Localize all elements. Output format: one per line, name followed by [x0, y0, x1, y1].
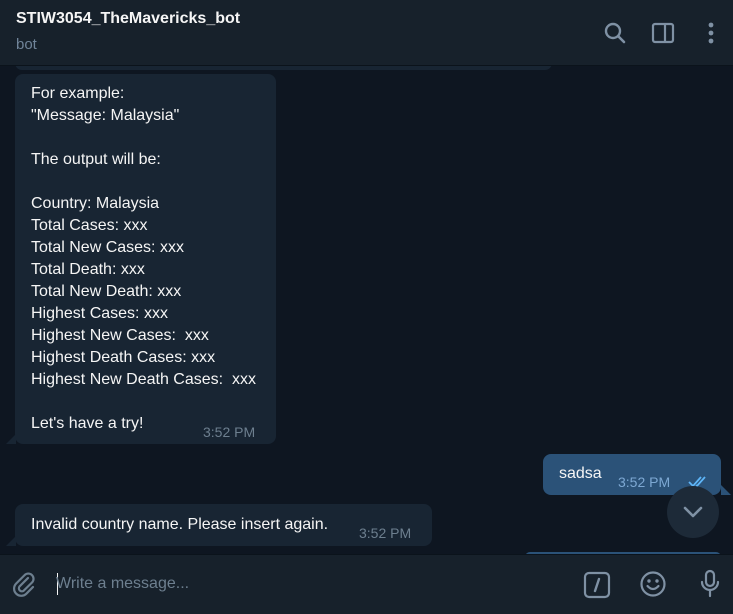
message-line: Total Death: xxx — [31, 261, 145, 278]
message-input[interactable] — [56, 571, 556, 597]
scroll-to-bottom-button[interactable] — [667, 486, 719, 538]
incoming-message[interactable]: For example: "Message: Malaysia" The out… — [15, 74, 276, 444]
message-time: 3:52 PM — [359, 525, 412, 541]
search-icon[interactable] — [602, 20, 628, 46]
bubble-tail — [6, 434, 16, 444]
message-line: Highest Cases: xxx — [31, 305, 168, 322]
incoming-message[interactable]: Invalid country name. Please insert agai… — [15, 504, 432, 546]
telegram-window: STIW3054_TheMavericks_bot bot For exampl… — [0, 0, 733, 614]
message-line: Total Cases: xxx — [31, 217, 148, 234]
message-line: Total New Death: xxx — [31, 283, 182, 300]
chat-title[interactable]: STIW3054_TheMavericks_bot — [16, 10, 240, 28]
message-line: Total New Cases: xxx — [31, 239, 184, 256]
previous-message-bubble — [15, 66, 552, 70]
sidebar-toggle-icon[interactable] — [650, 20, 676, 46]
chevron-down-icon — [683, 506, 703, 518]
message-line: For example: — [31, 85, 125, 102]
message-list[interactable]: For example: "Message: Malaysia" The out… — [0, 66, 733, 554]
message-line — [31, 127, 260, 149]
message-line: Highest Death Cases: xxx — [31, 349, 216, 366]
message-time: 3:52 PM — [618, 474, 671, 490]
message-time: 3:52 PM — [203, 424, 256, 440]
chat-header: STIW3054_TheMavericks_bot bot — [0, 0, 733, 66]
bubble-tail — [721, 485, 731, 495]
bubble-tail — [6, 536, 16, 546]
microphone-icon[interactable] — [696, 569, 724, 599]
chat-status: bot — [16, 36, 37, 53]
message-line: Highest New Death Cases: xxx — [31, 371, 256, 388]
message-line: "Message: Malaysia" — [31, 107, 180, 124]
bot-commands-icon[interactable] — [583, 571, 611, 599]
message-line: Highest New Cases: xxx — [31, 327, 209, 344]
emoji-icon[interactable] — [639, 570, 667, 598]
more-vertical-icon[interactable] — [698, 20, 724, 46]
message-line — [31, 391, 260, 413]
message-line: The output will be: — [31, 151, 161, 168]
message-composer — [0, 554, 733, 614]
message-line: Country: Malaysia — [31, 195, 160, 212]
message-line — [31, 171, 260, 193]
attach-icon[interactable] — [10, 570, 38, 598]
